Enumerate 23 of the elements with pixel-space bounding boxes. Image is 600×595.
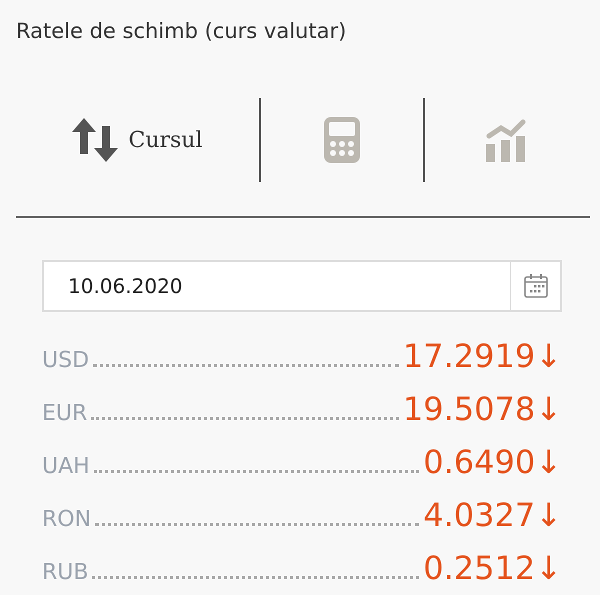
exchange-rate: 19.5078 bbox=[402, 390, 536, 428]
date-field[interactable]: 10.06.2020 bbox=[42, 260, 510, 312]
currency-code: RON bbox=[42, 507, 92, 532]
trend-arrow: ↓ bbox=[535, 337, 562, 375]
trend-arrow: ↓ bbox=[535, 443, 562, 481]
currency-code: UAH bbox=[42, 454, 90, 479]
tab[interactable]: Cursul bbox=[16, 98, 259, 182]
exchange-rate: 17.2919 bbox=[402, 337, 536, 375]
up-down-arrows-icon bbox=[72, 118, 118, 162]
currency-code: USD bbox=[42, 348, 90, 373]
chart-icon bbox=[485, 118, 527, 162]
calculator-icon bbox=[324, 117, 360, 163]
trend-arrow: ↓ bbox=[535, 549, 562, 587]
trend-arrow: ↓ bbox=[535, 496, 562, 534]
exchange-rate: 0.6490 bbox=[423, 443, 536, 481]
currency-code: RUB bbox=[42, 560, 88, 585]
calendar-button[interactable] bbox=[510, 260, 562, 312]
page-title: Ratele de schimb (curs valutar) bbox=[16, 18, 348, 45]
calendar-icon bbox=[522, 273, 548, 299]
trend-arrow: ↓ bbox=[535, 390, 562, 428]
exchange-rate: 4.0327 bbox=[423, 496, 536, 534]
exchange-rate: 0.2512 bbox=[423, 549, 536, 587]
currency-code: EUR bbox=[42, 401, 88, 426]
